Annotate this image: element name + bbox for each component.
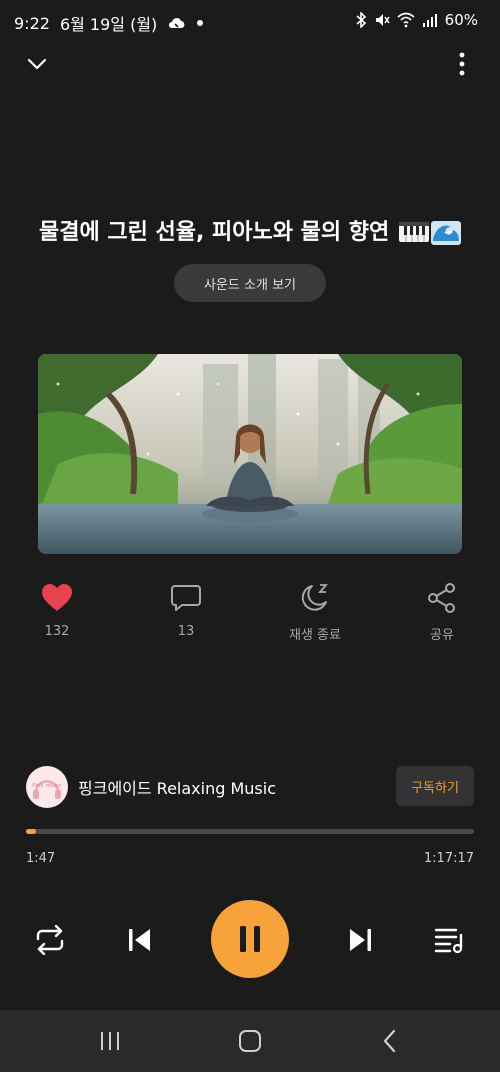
status-bar: 9:22 6월 19일 (월) 60% [0, 0, 500, 44]
back-chevron-icon [383, 1029, 396, 1053]
channel-avatar[interactable]: Pink music [26, 766, 68, 808]
wifi-icon [397, 12, 415, 28]
moon-sleep-icon [301, 584, 328, 611]
home-button[interactable] [230, 1024, 270, 1058]
subscribe-button[interactable]: 구독하기 [396, 766, 474, 806]
share-label: 공유 [430, 628, 454, 643]
piano-icon [398, 222, 429, 242]
sleep-timer-label: 재생 종료 [289, 628, 341, 643]
current-time: 1:47 [26, 851, 56, 866]
collapse-button[interactable] [22, 50, 52, 78]
repeat-icon [36, 925, 64, 955]
playlist-icon [434, 928, 463, 954]
cloud-icon [167, 15, 187, 31]
album-artwork [38, 354, 462, 554]
previous-button[interactable] [120, 920, 160, 960]
action-row: 132 13 재생 종료 공유 [0, 578, 500, 648]
pause-button[interactable] [211, 900, 289, 978]
track-title-text: 물결에 그린 선율, 피아노와 물의 향연 [39, 220, 390, 245]
bluetooth-icon [355, 12, 367, 28]
avatar-text: Pink music [32, 783, 61, 789]
progress-fill [26, 829, 37, 834]
chevron-down-icon [27, 58, 47, 70]
like-count: 132 [44, 624, 70, 639]
comment-icon [171, 585, 201, 611]
more-options-button[interactable] [448, 48, 476, 80]
next-button[interactable] [340, 920, 380, 960]
share-button[interactable]: 공유 [397, 578, 487, 643]
recent-apps-button[interactable] [90, 1024, 130, 1058]
battery-level: 60% [444, 11, 478, 29]
more-vertical-icon [459, 52, 465, 76]
home-icon [239, 1030, 261, 1052]
status-right: 60% [355, 11, 478, 29]
progress-bar[interactable] [26, 829, 474, 834]
like-button[interactable]: 132 [12, 578, 102, 639]
channel-name[interactable]: 핑크에이드 Relaxing Music [78, 775, 276, 799]
mute-icon [374, 12, 390, 28]
signal-icon [422, 12, 438, 28]
comment-count: 13 [177, 624, 195, 639]
status-time: 9:22 [14, 13, 50, 33]
channel-info[interactable]: Pink music 핑크에이드 Relaxing Music [26, 766, 276, 808]
skip-previous-icon [129, 929, 150, 951]
pause-icon [240, 926, 260, 952]
wave-icon [430, 221, 461, 245]
music-player-screen: 9:22 6월 19일 (월) 60% 물결에 그린 선율, 피아노와 물의 향… [0, 0, 500, 1072]
skip-next-icon [350, 929, 371, 951]
heart-icon [42, 584, 72, 611]
playlist-button[interactable] [430, 920, 470, 960]
sleep-timer-button[interactable]: 재생 종료 [270, 578, 360, 643]
status-left: 9:22 6월 19일 (월) [14, 11, 204, 35]
back-button[interactable] [370, 1024, 410, 1058]
track-title: 물결에 그린 선율, 피아노와 물의 향연 [0, 214, 500, 246]
title-emojis [398, 221, 461, 245]
recent-apps-icon [101, 1032, 119, 1050]
system-nav-bar [0, 1010, 500, 1072]
status-date: 6월 19일 (월) [59, 15, 158, 34]
comment-button[interactable]: 13 [141, 578, 231, 639]
total-time: 1:17:17 [423, 851, 474, 866]
dot-icon [197, 20, 204, 26]
share-icon [428, 583, 455, 613]
repeat-button[interactable] [30, 920, 70, 960]
playback-controls [0, 900, 500, 980]
sound-intro-button[interactable]: 사운드 소개 보기 [174, 264, 326, 302]
